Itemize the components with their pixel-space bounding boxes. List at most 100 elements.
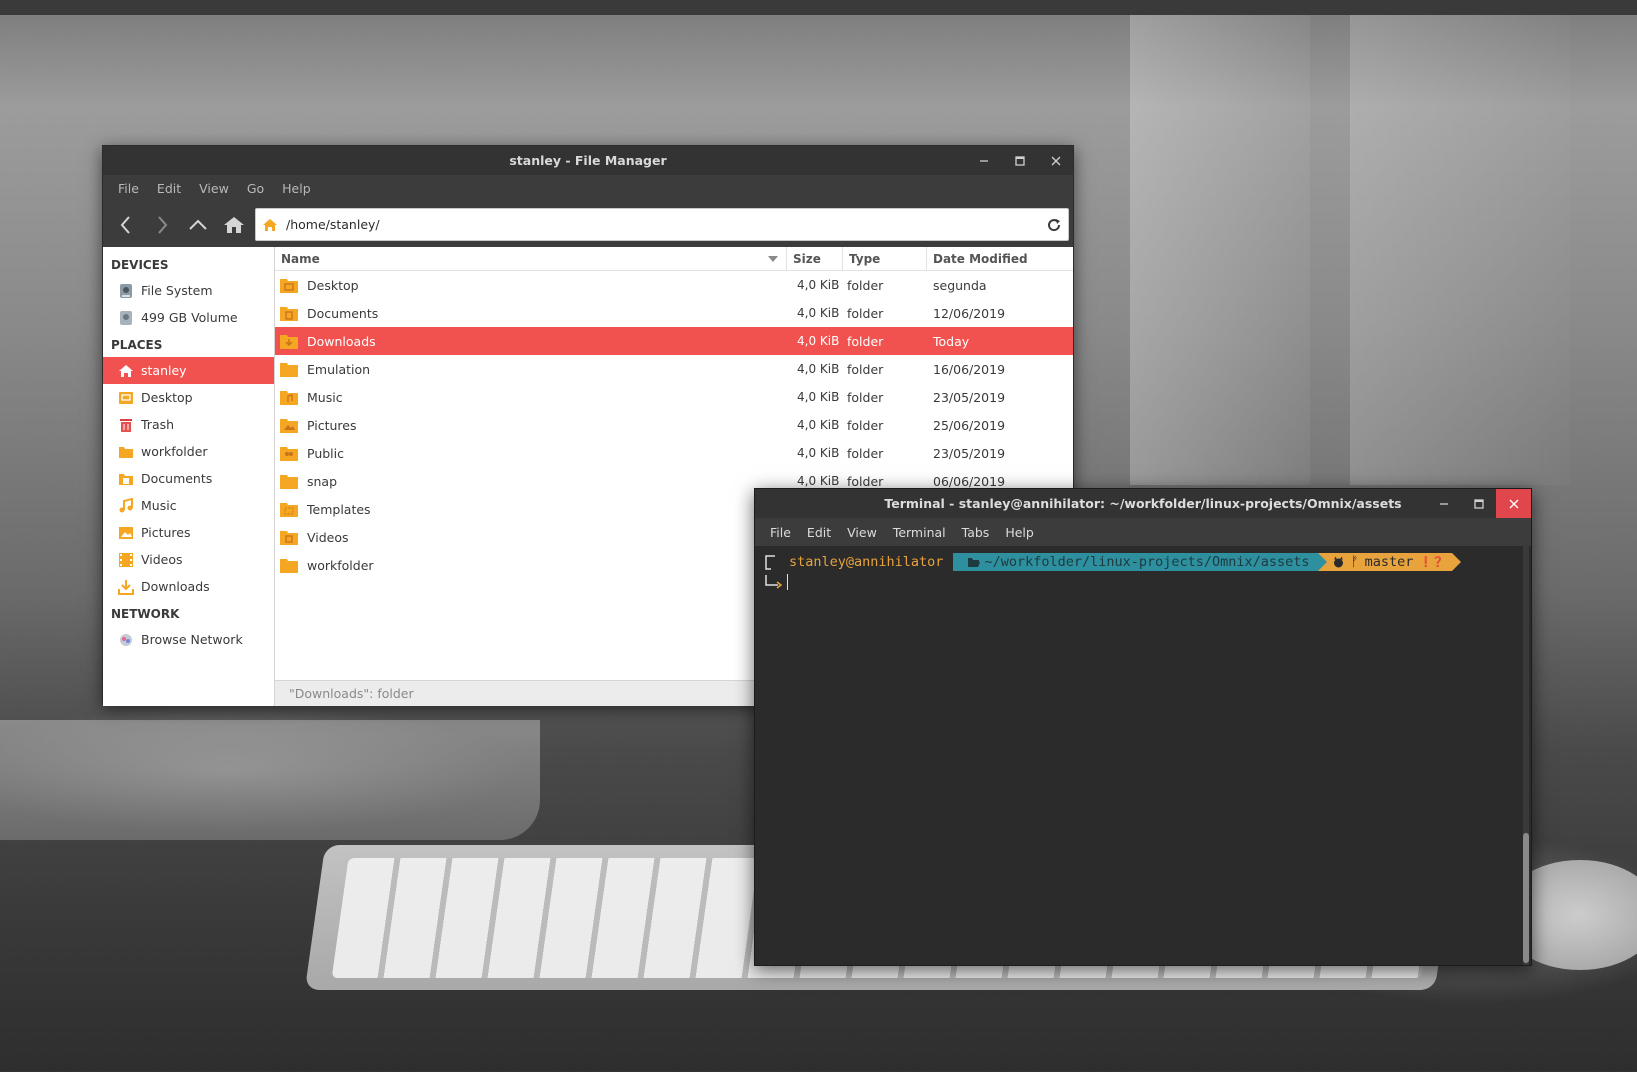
file-type: folder [847,277,884,293]
file-row-downloads[interactable]: Downloads 4,0 KiB folder Today [275,327,1073,355]
maximize-icon[interactable] [1461,489,1496,518]
sidebar-item-label: Pictures [141,525,191,540]
close-icon[interactable] [1047,152,1065,170]
location-path[interactable]: /home/stanley/ [286,217,1038,232]
menu-go[interactable]: Go [240,178,271,199]
menu-view[interactable]: View [192,178,236,199]
videos-folder-icon [280,531,298,545]
file-date: Today [933,333,970,349]
location-bar[interactable]: /home/stanley/ [255,208,1069,241]
reload-icon[interactable] [1046,217,1062,233]
wallpaper-window-light [1130,15,1310,485]
sidebar-item-videos[interactable]: Videos [103,546,274,573]
chevron-right-icon [158,215,168,234]
file-date: 25/06/2019 [933,417,1006,433]
file-date: 23/05/2019 [933,389,1006,405]
menu-tabs[interactable]: Tabs [955,522,997,543]
sidebar-item-documents[interactable]: Documents [103,465,274,492]
minimize-icon[interactable] [1426,489,1461,518]
file-row-documents[interactable]: Documents 4,0 KiB folder 12/06/2019 [275,299,1073,327]
minimize-icon[interactable] [975,152,993,170]
column-date-modified[interactable]: Date Modified [927,247,1073,270]
file-size: 4,0 KiB [797,334,840,348]
column-name[interactable]: Name [275,247,787,270]
videos-icon [118,552,134,568]
prompt-git-segment: ᚠ master ❗❓ [1317,553,1462,571]
home-icon [263,218,277,231]
sidebar-item-stanley[interactable]: stanley [103,357,274,384]
file-row-public[interactable]: Public 4,0 KiB folder 23/05/2019 [275,439,1073,467]
menu-terminal[interactable]: Terminal [886,522,953,543]
file-size: 4,0 KiB [797,306,840,320]
file-type: folder [847,361,884,377]
up-button[interactable] [181,208,215,242]
home-button[interactable] [217,208,251,242]
scrollbar-thumb[interactable] [1523,833,1529,963]
window-controls [975,146,1065,175]
file-row-desktop[interactable]: Desktop 4,0 KiB folder segunda [275,271,1073,299]
home-icon [224,216,244,233]
menu-file[interactable]: File [111,178,146,199]
close-icon[interactable] [1496,489,1531,518]
folder-icon [280,363,298,377]
file-date: 23/05/2019 [933,445,1006,461]
chevron-left-icon [120,215,130,234]
file-row-pictures[interactable]: Pictures 4,0 KiB folder 25/06/2019 [275,411,1073,439]
maximize-icon[interactable] [1011,152,1029,170]
terminal-output[interactable]: stanley@annihilator ~/workfolder/linux-p… [755,546,1531,965]
folder-icon [118,444,134,460]
file-manager-menubar: File Edit View Go Help [103,175,1073,202]
menu-help[interactable]: Help [998,522,1041,543]
column-size[interactable]: Size [787,247,843,270]
sidebar-item-volume[interactable]: 499 GB Volume [103,304,274,331]
file-size: 4,0 KiB [797,362,840,376]
menu-view[interactable]: View [840,522,884,543]
drive-icon [118,283,134,299]
terminal-scrollbar[interactable] [1523,546,1529,965]
sidebar-item-downloads[interactable]: Downloads [103,573,274,600]
file-name: Emulation [307,361,371,377]
sidebar-item-file-system[interactable]: File System [103,277,274,304]
prompt-path: ~/workfolder/linux-projects/Omnix/assets [984,554,1310,570]
sidebar-item-label: Music [141,498,177,513]
sidebar-item-workfolder[interactable]: workfolder [103,438,274,465]
sidebar-item-browse-network[interactable]: Browse Network [103,626,274,653]
file-name: Public [307,445,344,461]
column-type[interactable]: Type [843,247,927,270]
sidebar-item-pictures[interactable]: Pictures [103,519,274,546]
sidebar-item-label: 499 GB Volume [141,310,238,325]
prompt-branch: master [1364,554,1414,570]
sidebar-item-label: Videos [141,552,183,567]
menu-file[interactable]: File [763,522,798,543]
network-icon [118,632,134,648]
file-row-music[interactable]: Music 4,0 KiB folder 23/05/2019 [275,383,1073,411]
templates-folder-icon [280,503,298,517]
forward-button[interactable] [145,208,179,242]
column-header: Name Size Type Date Modified [275,247,1073,271]
documents-icon [118,471,134,487]
prompt-arrow-icon [765,575,783,589]
sidebar-item-desktop[interactable]: Desktop [103,384,274,411]
desktop-folder-icon [118,390,134,406]
file-name: Templates [307,501,371,517]
file-name: Videos [307,529,349,545]
file-manager-titlebar[interactable]: stanley - File Manager [103,146,1073,175]
column-name-label: Name [281,251,320,266]
back-button[interactable] [109,208,143,242]
menu-edit[interactable]: Edit [150,178,188,199]
menu-edit[interactable]: Edit [800,522,838,543]
input-line [763,572,1531,592]
file-row-emulation[interactable]: Emulation 4,0 KiB folder 16/06/2019 [275,355,1073,383]
sidebar-item-label: Desktop [141,390,193,405]
file-size: 4,0 KiB [797,390,840,404]
sidebar-item-trash[interactable]: Trash [103,411,274,438]
prompt-user: stanley@annihilator [789,554,944,570]
file-type: folder [847,445,884,461]
github-cat-icon [1333,556,1343,568]
downloads-folder-icon [280,335,298,349]
menu-help[interactable]: Help [275,178,318,199]
terminal-titlebar[interactable]: Terminal - stanley@annihilator: ~/workfo… [755,489,1531,518]
terminal-window: Terminal - stanley@annihilator: ~/workfo… [754,488,1532,966]
file-manager-toolbar: /home/stanley/ [103,202,1073,247]
sidebar-item-music[interactable]: Music [103,492,274,519]
